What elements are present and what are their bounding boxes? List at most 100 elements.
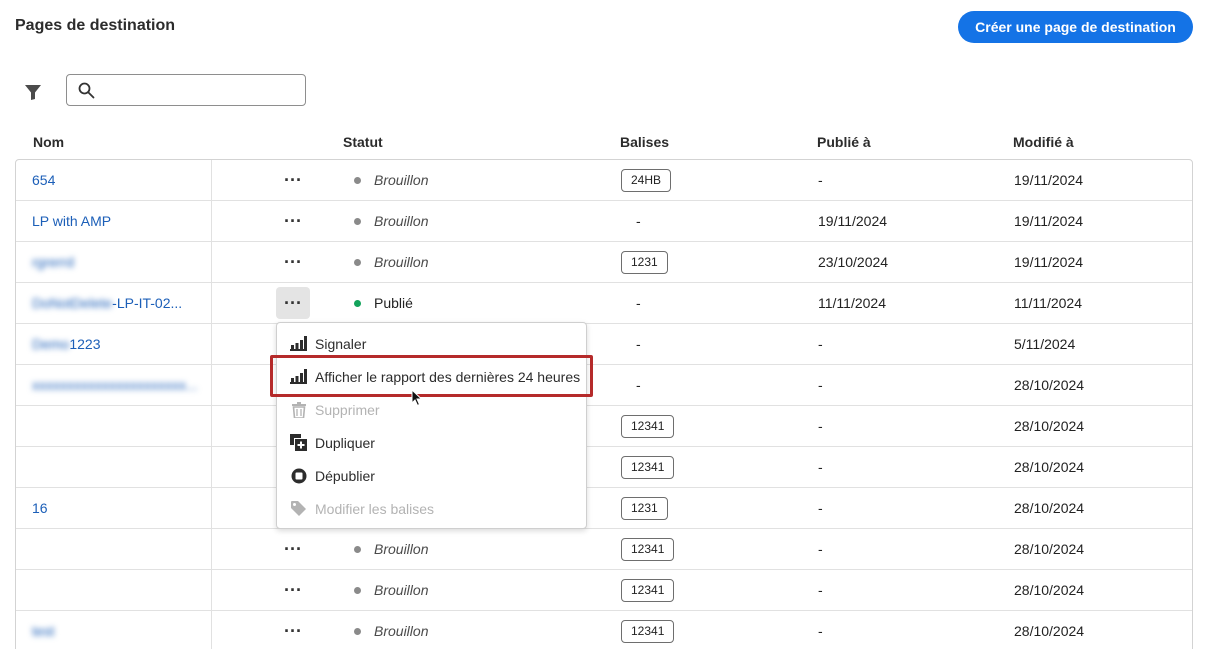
published-date: - bbox=[818, 582, 823, 598]
column-divider bbox=[211, 611, 212, 649]
modified-date: 28/10/2024 bbox=[1014, 500, 1085, 516]
page-name-link[interactable]: rgrerrd bbox=[32, 242, 74, 282]
table-row[interactable]: test ··· Brouillon 12341 - 28/10/2024 bbox=[16, 611, 1192, 649]
tag-badge[interactable]: 12341 bbox=[621, 537, 675, 561]
published-date: - bbox=[818, 336, 823, 352]
status-label: Brouillon bbox=[374, 541, 429, 557]
ellipsis-icon: ··· bbox=[284, 293, 302, 313]
column-header-status[interactable]: Statut bbox=[343, 134, 383, 150]
more-actions-button[interactable]: ··· bbox=[276, 615, 310, 647]
page-name-blurred: rgrerrd bbox=[32, 254, 75, 270]
status-dot bbox=[354, 299, 361, 307]
table-row[interactable]: xxxxxxxxxxxxxxxxxxxxxx... - - 28/10/2024 bbox=[16, 365, 1192, 406]
menu-item-supprimer: Supprimer bbox=[277, 393, 586, 426]
highlight-box bbox=[270, 355, 593, 397]
page-name-link[interactable]: 16 bbox=[32, 488, 48, 528]
modified-date: 19/11/2024 bbox=[1014, 172, 1084, 188]
tags-empty: - bbox=[636, 295, 641, 311]
status-cell: Brouillon bbox=[354, 242, 428, 282]
tags-cell: 12341 bbox=[621, 406, 675, 446]
column-divider bbox=[211, 529, 212, 569]
status-cell: Brouillon bbox=[354, 201, 428, 241]
column-header-published[interactable]: Publié à bbox=[817, 134, 871, 150]
tag-badge[interactable]: 24HB bbox=[621, 168, 672, 192]
status-cell: Brouillon bbox=[354, 160, 428, 200]
tags-cell: 12341 bbox=[621, 529, 675, 569]
published-date: 19/11/2024 bbox=[818, 213, 888, 229]
column-divider bbox=[211, 201, 212, 241]
menu-item-label: Signaler bbox=[315, 335, 367, 352]
more-actions-button[interactable]: ··· bbox=[276, 574, 310, 606]
column-divider bbox=[211, 283, 212, 323]
tag-badge[interactable]: 12341 bbox=[621, 619, 675, 643]
column-header-modified[interactable]: Modifié à bbox=[1013, 134, 1074, 150]
mouse-cursor-icon bbox=[411, 389, 423, 407]
modified-date: 19/11/2024 bbox=[1014, 213, 1084, 229]
create-landing-page-button[interactable]: Créer une page de destination bbox=[958, 11, 1193, 43]
column-header-name[interactable]: Nom bbox=[33, 134, 64, 150]
published-date: - bbox=[818, 623, 823, 639]
column-divider bbox=[211, 160, 212, 200]
tag-badge[interactable]: 12341 bbox=[621, 455, 675, 479]
tag-badge[interactable]: 12341 bbox=[621, 414, 675, 438]
table-row[interactable]: 12341 - 28/10/2024 bbox=[16, 406, 1192, 447]
more-actions-button[interactable]: ··· bbox=[276, 164, 310, 196]
menu-item-label: Dépublier bbox=[315, 467, 375, 484]
tag-badge[interactable]: 1231 bbox=[621, 496, 668, 520]
page-name-blurred: xxxxxxxxxxxxxxxxxxxxxx... bbox=[32, 377, 198, 393]
page-name-link[interactable]: test bbox=[32, 611, 55, 649]
table-row[interactable]: 12341 - 28/10/2024 bbox=[16, 447, 1192, 488]
menu-item-label: Dupliquer bbox=[315, 434, 375, 451]
menu-item-label: Supprimer bbox=[315, 401, 380, 418]
page-name-link[interactable]: LP with AMP bbox=[32, 201, 111, 241]
page-name-link[interactable]: 654 bbox=[32, 160, 55, 200]
table-row[interactable]: ··· Brouillon 12341 - 28/10/2024 bbox=[16, 570, 1192, 611]
unpublish-icon bbox=[290, 467, 307, 484]
published-date: - bbox=[818, 541, 823, 557]
menu-item-dépublier[interactable]: Dépublier bbox=[277, 459, 586, 492]
menu-item-dupliquer[interactable]: Dupliquer bbox=[277, 426, 586, 459]
modified-date: 11/11/2024 bbox=[1014, 295, 1082, 311]
table-row[interactable]: DoNotDelete -LP-IT-02... ··· Publié - 11/11/2… bbox=[16, 283, 1192, 324]
page-name-link[interactable]: DoNotDelete -LP-IT-02... bbox=[32, 283, 182, 323]
table-row[interactable]: Demo 1223 - - 5/11/2024 bbox=[16, 324, 1192, 365]
published-date: - bbox=[818, 377, 823, 393]
status-cell: Publié bbox=[354, 283, 413, 323]
status-label: Brouillon bbox=[374, 172, 429, 188]
modified-date: 28/10/2024 bbox=[1014, 377, 1085, 393]
tags-empty: - bbox=[636, 377, 641, 393]
page-name-link[interactable]: xxxxxxxxxxxxxxxxxxxxxx... bbox=[32, 365, 198, 405]
search-field[interactable] bbox=[66, 74, 306, 106]
search-input[interactable] bbox=[103, 79, 298, 101]
status-label: Brouillon bbox=[374, 623, 429, 639]
tags-empty: - bbox=[636, 336, 641, 352]
table-row[interactable]: LP with AMP ··· Brouillon - 19/11/2024 19/11/… bbox=[16, 201, 1192, 242]
page-name-link[interactable]: Demo 1223 bbox=[32, 324, 101, 364]
more-actions-button[interactable]: ··· bbox=[276, 205, 310, 237]
published-date: - bbox=[818, 500, 823, 516]
menu-item-label: Modifier les balises bbox=[315, 500, 435, 517]
published-date: - bbox=[818, 172, 823, 188]
tag-badge[interactable]: 12341 bbox=[621, 578, 675, 602]
menu-item-modifier: Modifier les balises bbox=[277, 492, 586, 525]
filter-icon[interactable] bbox=[24, 83, 42, 101]
tags-cell: 12341 bbox=[621, 570, 675, 610]
tag-badge[interactable]: 1231 bbox=[621, 250, 668, 274]
column-header-tags[interactable]: Balises bbox=[620, 134, 669, 150]
table-row[interactable]: ··· Brouillon 12341 - 28/10/2024 bbox=[16, 529, 1192, 570]
page-name-blurred: DoNotDelete bbox=[32, 295, 113, 311]
ellipsis-icon: ··· bbox=[284, 580, 302, 600]
more-actions-button[interactable]: ··· bbox=[276, 287, 310, 319]
table-row[interactable]: 654 ··· Brouillon 24HB - 19/11/2024 bbox=[16, 160, 1192, 201]
table-row[interactable]: rgrerrd ··· Brouillon 1231 23/10/2024 19/11/2… bbox=[16, 242, 1192, 283]
status-label: Brouillon bbox=[374, 254, 429, 270]
ellipsis-icon: ··· bbox=[284, 211, 302, 231]
row-actions-menu: Signaler Afficher le rapport des dernière… bbox=[276, 322, 587, 529]
more-actions-button[interactable]: ··· bbox=[276, 533, 310, 565]
status-label: Publié bbox=[374, 295, 413, 311]
more-actions-button[interactable]: ··· bbox=[276, 246, 310, 278]
page-name-blurred: Demo bbox=[32, 336, 70, 352]
column-divider bbox=[211, 447, 212, 487]
table-row[interactable]: 16 1231 - 28/10/2024 bbox=[16, 488, 1192, 529]
duplicate-icon bbox=[290, 434, 307, 451]
